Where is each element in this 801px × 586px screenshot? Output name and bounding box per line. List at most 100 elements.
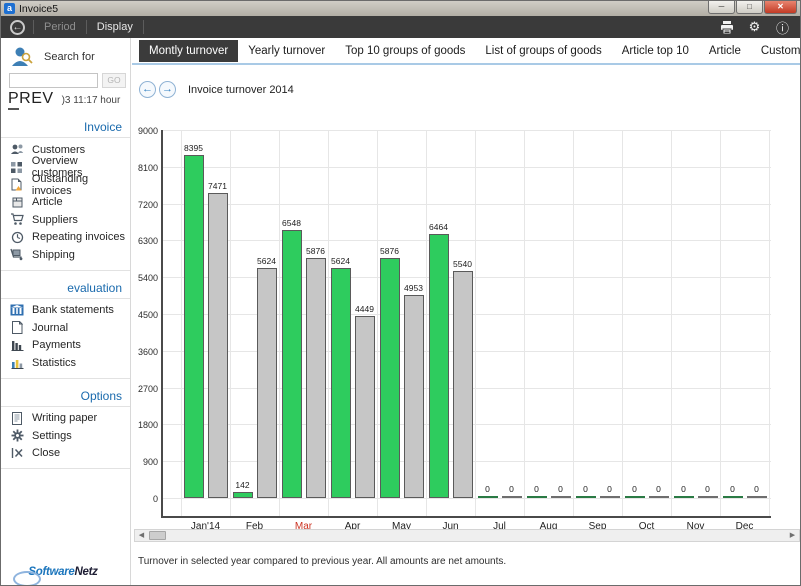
toolbar-separator	[33, 20, 34, 34]
section-divider	[1, 406, 130, 407]
sidebar-item-label: Settings	[32, 430, 72, 442]
writing-paper-icon	[10, 411, 24, 425]
info-icon[interactable]: ⓘ	[775, 20, 790, 35]
y-axis-tick-label: 3600	[134, 347, 158, 357]
gridline-vertical	[769, 130, 770, 516]
current-year-bar-nov[interactable]	[674, 496, 694, 499]
previous-year-bar-oct[interactable]	[649, 496, 669, 499]
bar-value-label: 6548	[274, 218, 310, 228]
go-button[interactable]: GO	[102, 73, 126, 88]
previous-year-arrow-icon[interactable]: ←	[139, 81, 156, 98]
previous-year-bar-jan14[interactable]	[208, 193, 228, 498]
repeating-invoices-icon	[10, 230, 24, 244]
prev-label: PREV	[8, 90, 54, 110]
gridline-horizontal	[161, 240, 771, 241]
previous-year-bar-aug[interactable]	[551, 496, 571, 499]
sidebar-item-repeating-invoices[interactable]: Repeating invoices	[1, 229, 130, 247]
previous-year-bar-jul[interactable]	[502, 496, 522, 499]
menu-period[interactable]: Period	[42, 21, 78, 33]
current-year-bar-mar[interactable]	[282, 230, 302, 498]
bar-value-label: 5624	[249, 256, 285, 266]
maximize-button[interactable]: □	[736, 1, 763, 14]
next-year-arrow-icon[interactable]: →	[159, 81, 176, 98]
back-arrow-icon[interactable]: ←	[10, 20, 25, 35]
sidebar-item-journal[interactable]: Journal	[1, 319, 130, 337]
person-search-icon	[9, 44, 35, 70]
bar-value-label: 5540	[445, 259, 481, 269]
current-year-bar-oct[interactable]	[625, 496, 645, 499]
menu-display[interactable]: Display	[95, 21, 135, 33]
current-year-bar-jun[interactable]	[429, 234, 449, 498]
current-year-bar-apr[interactable]	[331, 268, 351, 498]
chart-title: Invoice turnover 2014	[188, 84, 294, 96]
tab-customers[interactable]: Customers	[751, 40, 801, 62]
y-axis-tick-label: 900	[134, 457, 158, 467]
previous-year-bar-mar[interactable]	[306, 258, 326, 498]
tab-list-of-groups-of-goods[interactable]: List of groups of goods	[475, 40, 611, 62]
section-divider	[1, 378, 130, 379]
sidebar-item-oustanding-invoices[interactable]: Oustanding invoices	[1, 176, 130, 194]
softwarenetz-logo: SoftwareNetz	[1, 566, 125, 578]
gridline-vertical	[720, 130, 721, 516]
minimize-button[interactable]: ─	[708, 1, 735, 14]
sidebar-item-label: Bank statements	[32, 304, 114, 316]
bank-statements-icon	[10, 303, 24, 317]
tab-article-top-10[interactable]: Article top 10	[612, 40, 699, 62]
tab-article[interactable]: Article	[699, 40, 751, 62]
scroll-left-arrow-icon[interactable]: ◀	[135, 530, 148, 541]
gridline-horizontal	[161, 204, 771, 205]
close-icon	[10, 446, 24, 460]
previous-year-bar-jun[interactable]	[453, 271, 473, 498]
scroll-right-arrow-icon[interactable]: ▶	[786, 530, 799, 541]
gridline-vertical	[279, 130, 280, 516]
settings-gear-icon[interactable]: ⚙	[747, 20, 762, 35]
gridline-vertical	[524, 130, 525, 516]
current-year-bar-may[interactable]	[380, 258, 400, 498]
sidebar-item-label: Shipping	[32, 249, 75, 261]
current-year-bar-feb[interactable]	[233, 492, 253, 498]
current-year-bar-jan14[interactable]	[184, 155, 204, 498]
current-year-bar-dec[interactable]	[723, 496, 743, 499]
previous-year-bar-apr[interactable]	[355, 316, 375, 498]
horizontal-scrollbar[interactable]: ◀ ▶	[134, 529, 800, 542]
sidebar-item-shipping[interactable]: Shipping	[1, 246, 130, 264]
sidebar-item-label: Repeating invoices	[32, 231, 125, 243]
bar-value-label: 7471	[200, 181, 236, 191]
search-input[interactable]	[9, 73, 98, 88]
close-window-button[interactable]: ✕	[764, 1, 797, 14]
section-header-evaluation: evaluation	[1, 281, 130, 295]
gridline-vertical	[377, 130, 378, 516]
bar-value-label: 0	[739, 484, 775, 494]
toolbar-right-icons: ⚙ ⓘ	[719, 20, 790, 35]
y-axis-tick-label: 1800	[134, 420, 158, 430]
current-year-bar-jul[interactable]	[478, 496, 498, 499]
sidebar-item-suppliers[interactable]: Suppliers	[1, 211, 130, 229]
sidebar-item-bank-statements[interactable]: Bank statements	[1, 302, 130, 320]
current-year-bar-sep[interactable]	[576, 496, 596, 499]
tab-top-10-groups-of-goods[interactable]: Top 10 groups of goods	[335, 40, 475, 62]
previous-year-bar-sep[interactable]	[600, 496, 620, 499]
previous-year-bar-may[interactable]	[404, 295, 424, 498]
sidebar-item-label: Journal	[32, 322, 68, 334]
sidebar-item-close[interactable]: Close	[1, 445, 130, 463]
tab-montly-turnover[interactable]: Montly turnover	[139, 40, 238, 62]
sidebar-item-writing-paper[interactable]: Writing paper	[1, 410, 130, 428]
section-divider	[1, 270, 130, 271]
printer-icon[interactable]	[719, 20, 734, 35]
y-axis-tick-label: 8100	[134, 163, 158, 173]
gridline-vertical	[328, 130, 329, 516]
bar-value-label: 5624	[323, 256, 359, 266]
y-axis-tick-label: 5400	[134, 273, 158, 283]
previous-year-bar-nov[interactable]	[698, 496, 718, 499]
sidebar-item-payments[interactable]: Payments	[1, 337, 130, 355]
scrollbar-thumb[interactable]	[149, 531, 166, 540]
bar-value-label: 8395	[176, 143, 212, 153]
previous-year-bar-feb[interactable]	[257, 268, 277, 498]
sidebar-item-statistics[interactable]: Statistics	[1, 354, 130, 372]
section-divider	[1, 468, 130, 469]
previous-year-bar-dec[interactable]	[747, 496, 767, 499]
sidebar-item-settings[interactable]: Settings	[1, 427, 130, 445]
tab-yearly-turnover[interactable]: Yearly turnover	[238, 40, 335, 62]
gridline-vertical	[426, 130, 427, 516]
current-year-bar-aug[interactable]	[527, 496, 547, 499]
